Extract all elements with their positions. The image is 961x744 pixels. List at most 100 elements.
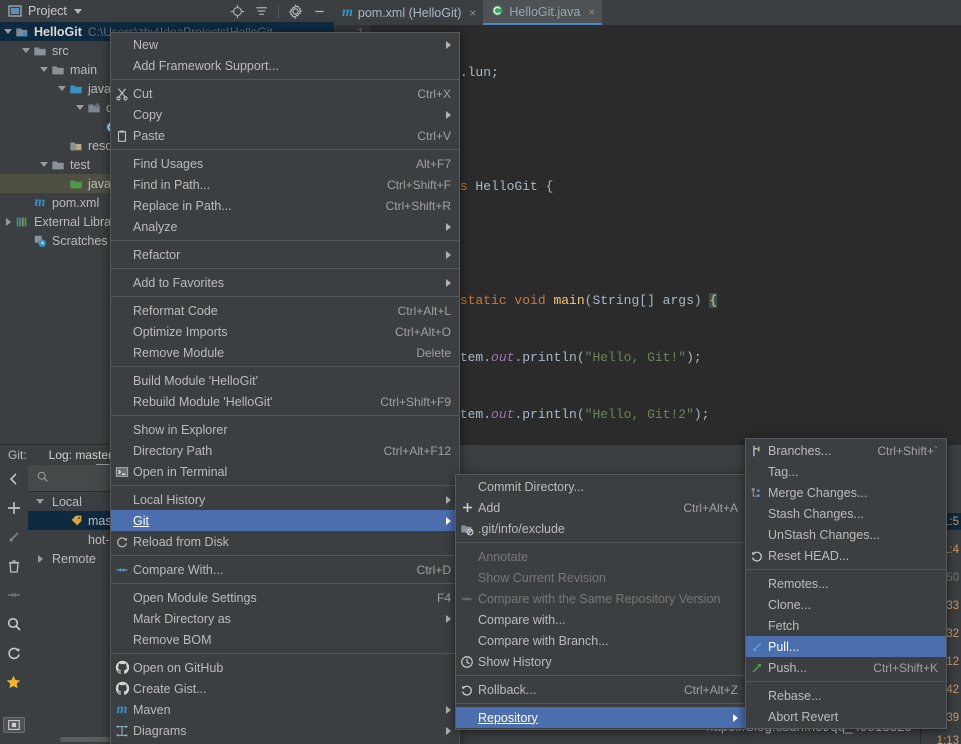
menu-item-label: Reset HEAD... xyxy=(768,548,850,563)
menu-item-open-module-settings[interactable]: Open Module Settings F4 xyxy=(111,587,459,608)
minimize-icon[interactable] xyxy=(312,4,327,19)
menu-item-add-to-favorites[interactable]: Add to Favorites xyxy=(111,272,459,293)
twisty-right-icon[interactable] xyxy=(34,554,46,563)
menu-item-rebuild-module[interactable]: Rebuild Module 'HelloGit' Ctrl+Shift+F9 xyxy=(111,391,459,412)
locate-icon[interactable] xyxy=(230,4,245,19)
git-tool-title: Git: xyxy=(8,448,27,462)
menu-item-git[interactable]: Git xyxy=(111,510,459,531)
delete-icon[interactable] xyxy=(4,558,24,574)
menu-item-mark-directory-as[interactable]: Mark Directory as xyxy=(111,608,459,629)
menu-item-compare-with[interactable]: Compare with... xyxy=(456,609,746,630)
menu-item-label: Copy xyxy=(133,107,163,122)
menu-item-clone[interactable]: Clone... xyxy=(746,594,946,615)
diagram-icon xyxy=(111,724,133,738)
git-submenu: Commit Directory... Add Ctrl+Alt+A .git/… xyxy=(455,474,747,730)
menu-item-copy[interactable]: Copy xyxy=(111,104,459,125)
pull-icon xyxy=(746,640,768,654)
menu-item-label: Reload from Disk xyxy=(133,534,229,549)
menu-item-open-in-terminal[interactable]: Open in Terminal xyxy=(111,461,459,482)
menu-item-add[interactable]: Add Ctrl+Alt+A xyxy=(456,497,746,518)
menu-separator xyxy=(456,703,746,704)
tab-label: HelloGit.java xyxy=(509,4,581,19)
twisty-down-icon[interactable] xyxy=(2,29,14,34)
menu-item-add-framework-support[interactable]: Add Framework Support... xyxy=(111,55,459,76)
menu-item-merge-changes[interactable]: Merge Changes... xyxy=(746,482,946,503)
twisty-down-icon[interactable] xyxy=(38,162,50,167)
menu-item-label: Merge Changes... xyxy=(768,485,868,500)
twisty-right-icon[interactable] xyxy=(2,217,14,226)
refresh-icon[interactable] xyxy=(4,645,24,661)
menu-item-replace-in-path[interactable]: Replace in Path... Ctrl+Shift+R xyxy=(111,195,459,216)
twisty-down-icon[interactable] xyxy=(56,86,68,91)
menu-item-push[interactable]: Push... Ctrl+Shift+K xyxy=(746,657,946,678)
menu-item-reset-head[interactable]: Reset HEAD... xyxy=(746,545,946,566)
menu-item-stash-changes[interactable]: Stash Changes... xyxy=(746,503,946,524)
menu-item-remove-module[interactable]: Remove Module Delete xyxy=(111,342,459,363)
favorite-star-icon[interactable] xyxy=(4,674,24,691)
menu-item-compare-with-branch[interactable]: Compare with Branch... xyxy=(456,630,746,651)
menu-item-maven[interactable]: m Maven xyxy=(111,699,459,720)
twisty-down-icon[interactable] xyxy=(38,67,50,72)
chevron-down-icon[interactable] xyxy=(73,8,82,14)
menu-separator xyxy=(111,240,459,241)
menu-item-new[interactable]: New xyxy=(111,34,459,55)
menu-item-compare-with[interactable]: Compare With... Ctrl+D xyxy=(111,559,459,580)
close-icon[interactable]: × xyxy=(588,5,595,19)
menu-item-label: Open on GitHub xyxy=(133,660,224,675)
menu-item-find-usages[interactable]: Find Usages Alt+F7 xyxy=(111,153,459,174)
menu-item-label: Rebase... xyxy=(768,688,822,703)
menu-item-abort-revert[interactable]: Abort Revert xyxy=(746,706,946,727)
menu-item-open-on-github[interactable]: Open on GitHub xyxy=(111,657,459,678)
menu-item-show-in-explorer[interactable]: Show in Explorer xyxy=(111,419,459,440)
menu-item-remotes[interactable]: Remotes... xyxy=(746,573,946,594)
menu-item-diagrams[interactable]: Diagrams xyxy=(111,720,459,741)
menu-item-git-info-exclude[interactable]: .git/info/exclude xyxy=(456,518,746,539)
gear-icon[interactable] xyxy=(288,3,303,19)
menu-item-branches[interactable]: Branches... Ctrl+Shift+` xyxy=(746,440,946,461)
twisty-down-icon[interactable] xyxy=(74,105,86,110)
tab-hellogit-java[interactable]: HelloGit.java × xyxy=(483,0,603,25)
twisty-down-icon[interactable] xyxy=(34,499,46,504)
menu-item-commit-directory[interactable]: Commit Directory... xyxy=(456,476,746,497)
add-icon[interactable] xyxy=(4,500,24,516)
menu-item-repository[interactable]: Repository xyxy=(456,707,746,728)
menu-item-unstash-changes[interactable]: UnStash Changes... xyxy=(746,524,946,545)
restore-layout-icon[interactable] xyxy=(2,717,25,733)
menu-item-find-in-path[interactable]: Find in Path... Ctrl+Shift+F xyxy=(111,174,459,195)
git-log-tab[interactable]: Log: master xyxy=(49,448,112,462)
menu-item-local-history[interactable]: Local History xyxy=(111,489,459,510)
menu-item-create-gist[interactable]: Create Gist... xyxy=(111,678,459,699)
menu-item-reload-from-disk[interactable]: Reload from Disk xyxy=(111,531,459,552)
maven-icon: m xyxy=(116,701,128,717)
tree-node-label: src xyxy=(52,43,69,58)
menu-item-reformat-code[interactable]: Reformat Code Ctrl+Alt+L xyxy=(111,300,459,321)
menu-item-paste[interactable]: Paste Ctrl+V xyxy=(111,125,459,146)
menu-item-analyze[interactable]: Analyze xyxy=(111,216,459,237)
collapse-all-icon[interactable] xyxy=(254,4,269,19)
github-icon xyxy=(111,660,133,675)
menu-item-compare-same-repo-version: Compare with the Same Repository Version xyxy=(456,588,746,609)
close-icon[interactable]: × xyxy=(469,6,476,20)
compare-icon[interactable] xyxy=(4,587,24,603)
menu-item-optimize-imports[interactable]: Optimize Imports Ctrl+Alt+O xyxy=(111,321,459,342)
submenu-arrow-icon xyxy=(446,516,451,525)
menu-item-cut[interactable]: Cut Ctrl+X xyxy=(111,83,459,104)
twisty-down-icon[interactable] xyxy=(20,48,32,53)
menu-item-remove-bom[interactable]: Remove BOM xyxy=(111,629,459,650)
back-icon[interactable] xyxy=(4,471,24,487)
pull-icon[interactable] xyxy=(4,529,24,545)
menu-item-rebase[interactable]: Rebase... xyxy=(746,685,946,706)
submenu-arrow-icon xyxy=(446,614,451,623)
menu-separator xyxy=(111,583,459,584)
tab-pom-xml[interactable]: m pom.xml (HelloGit) × xyxy=(334,0,483,25)
menu-item-refactor[interactable]: Refactor xyxy=(111,244,459,265)
menu-item-show-history[interactable]: Show History xyxy=(456,651,746,672)
menu-item-build-module[interactable]: Build Module 'HelloGit' xyxy=(111,370,459,391)
module-icon xyxy=(14,25,30,39)
menu-item-directory-path[interactable]: Directory Path Ctrl+Alt+F12 xyxy=(111,440,459,461)
menu-item-rollback[interactable]: Rollback... Ctrl+Alt+Z xyxy=(456,679,746,700)
search-icon[interactable] xyxy=(4,616,24,632)
menu-item-tag[interactable]: Tag... xyxy=(746,461,946,482)
menu-item-pull[interactable]: Pull... xyxy=(746,636,946,657)
menu-item-fetch[interactable]: Fetch xyxy=(746,615,946,636)
